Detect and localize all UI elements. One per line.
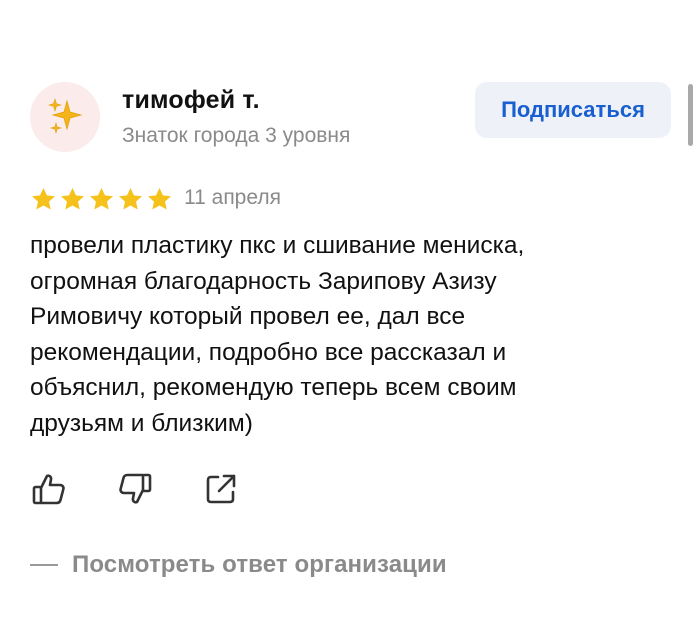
author-name[interactable]: тимофей т. <box>122 86 260 115</box>
review-actions <box>30 470 240 508</box>
dash-divider <box>30 564 58 566</box>
review-card: тимофей т. Знаток города 3 уровня Подпис… <box>0 0 700 643</box>
dislike-button[interactable] <box>116 470 154 508</box>
star-icon <box>61 188 84 210</box>
share-icon <box>206 474 236 504</box>
star-icon <box>90 188 113 210</box>
subscribe-button[interactable]: Подписаться <box>475 82 671 138</box>
sparkles-icon <box>47 97 83 135</box>
org-reply-label: Посмотреть ответ организации <box>72 551 447 578</box>
rating-stars <box>30 186 173 216</box>
share-button[interactable] <box>202 470 240 508</box>
star-icon <box>32 188 55 210</box>
org-reply-toggle[interactable]: Посмотреть ответ организации <box>30 551 447 579</box>
author-level: Знаток города 3 уровня <box>122 124 351 147</box>
avatar[interactable] <box>30 82 100 152</box>
review-date: 11 апреля <box>184 186 281 209</box>
star-icon <box>119 188 142 210</box>
star-icon <box>148 188 171 210</box>
review-text: провели пластику пкс и сшивание мениска,… <box>30 232 525 437</box>
thumbs-down-icon <box>119 473 152 504</box>
thumbs-up-icon <box>32 474 65 505</box>
scrollbar[interactable] <box>688 84 693 146</box>
like-button[interactable] <box>30 470 68 508</box>
